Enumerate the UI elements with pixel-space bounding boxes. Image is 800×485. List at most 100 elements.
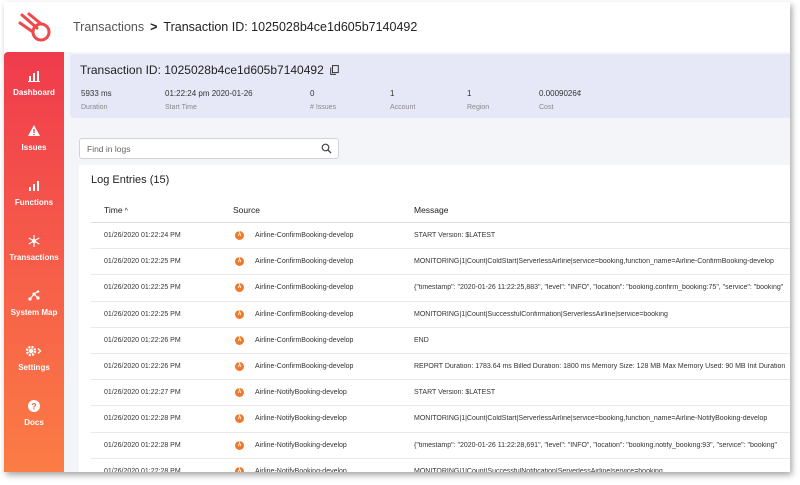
log-rows: 01/26/2020 01:22:24 PM λ Airline-ConfirmBo… [91,223,790,472]
stat-label: # Issues [310,104,337,111]
main-content: Transaction ID: 1025028b4ce1d605b7140492… [64,52,790,472]
table-row[interactable]: 01/26/2020 01:22:25 PM λ Airline-ConfirmBo… [91,275,790,302]
app-window: Transactions > Transaction ID: 1025028b4… [4,2,790,472]
row-time: 01/26/2020 01:22:28 PM [104,415,181,423]
lambda-icon: λ [235,414,244,424]
stat-label: Region [467,104,490,111]
table-header: Time ^ Source Message [91,195,790,223]
sort-ascending-icon[interactable]: ^ [125,208,128,215]
stat-value: 0.0009026¢ [539,89,582,98]
transaction-summary: Transaction ID: 1025028b4ce1d605b7140492… [70,54,790,118]
lambda-icon: λ [235,283,244,293]
row-source[interactable]: Airline-ConfirmBooking-develop [255,232,353,239]
sidebar-item-settings[interactable]: Settings [4,344,64,372]
bar-chart-icon [28,71,40,82]
row-source[interactable]: Airline-ConfirmBooking-develop [255,258,353,265]
stat-label: Cost [539,104,554,111]
table-row[interactable]: 01/26/2020 01:22:26 PM λ Airline-ConfirmBo… [91,328,790,354]
search-icon[interactable] [321,143,332,154]
app-logo-icon[interactable] [18,12,54,44]
lambda-icon: λ [235,257,244,267]
table-row[interactable]: 01/26/2020 01:22:25 PM λ Airline-ConfirmBo… [91,302,790,328]
stat-region: 1 Region [467,89,489,111]
lambda-icon: λ [235,466,244,472]
log-search [79,138,339,159]
column-source-header[interactable]: Source [233,205,260,215]
row-message: MONITORING|1|Count|ColdStart|ServerlessA… [414,258,774,266]
map-graph-icon [28,290,40,301]
breadcrumb-transactions-link[interactable]: Transactions [73,20,144,34]
warning-icon [28,125,40,136]
lambda-icon: λ [235,231,244,240]
lambda-icon: λ [235,388,244,398]
sidebar-item-label: Transactions [9,253,59,262]
sidebar-item-label: System Map [10,308,58,317]
stat-label: Duration [81,104,108,111]
search-input[interactable] [80,139,315,158]
row-source[interactable]: Airline-ConfirmBooking-develop [255,363,353,370]
row-time: 01/26/2020 01:22:28 PM [104,467,181,472]
lambda-icon: λ [235,361,244,371]
table-row[interactable]: 01/26/2020 01:22:28 PM λ Airline-NotifyBoo… [91,406,790,433]
stat-duration: 5933 ms Duration [81,89,112,111]
row-time: 01/26/2020 01:22:25 PM [104,258,181,266]
row-message: START Version: $LATEST [414,232,496,239]
stat-label: Account [390,104,416,111]
row-message: MONITORING|1|Count|SuccessfulNotificatio… [414,467,663,472]
row-source[interactable]: Airline-ConfirmBooking-develop [255,284,353,291]
signal-bars-icon [29,181,39,191]
row-message: {"timestamp": "2020-01-26 11:22:28,691",… [414,441,777,449]
row-message: START Version: $LATEST [414,389,496,397]
sidebar-item-dashboard[interactable]: Dashboard [4,69,64,97]
lambda-icon: λ [235,309,244,319]
transaction-title: Transaction ID: 1025028b4ce1d605b7140492 [80,63,324,77]
table-row[interactable]: 01/26/2020 01:22:24 PM λ Airline-ConfirmBo… [91,223,790,250]
row-source[interactable]: Airline-NotifyBooking-develop [255,442,347,449]
stat-issues: 0 # Issues [310,89,336,111]
nodes-icon [28,235,40,247]
row-message: END [414,336,429,344]
log-entries-panel: Log Entries (15) Time ^ Source Message 01… [79,165,790,472]
row-message: MONITORING|1|Count|SuccessfulConfirmatio… [414,310,668,318]
sidebar-item-label: Dashboard [13,88,55,97]
table-row[interactable]: 01/26/2020 01:22:26 PM λ Airline-ConfirmBo… [91,354,790,381]
sidebar-item-label: Issues [21,143,47,152]
sidebar-item-issues[interactable]: Issues [4,124,64,152]
lambda-icon: λ [235,440,244,450]
help-icon: ? [28,400,40,412]
row-time: 01/26/2020 01:22:26 PM [104,336,181,344]
row-message: REPORT Duration: 1783.64 ms Billed Durat… [414,362,786,370]
stat-start-time: 01:22:24 pm 2020-01-26 Start Time [165,89,253,111]
stat-value: 1 [390,89,395,98]
row-source[interactable]: Airline-NotifyBooking-develop [255,468,347,472]
row-source[interactable]: Airline-ConfirmBooking-develop [255,337,353,344]
sidebar-item-label: Functions [14,198,54,207]
stat-value: 5933 ms [81,89,112,98]
sidebar-item-docs[interactable]: ? Docs [4,399,64,427]
sidebar-item-label: Docs [24,418,44,427]
gear-icon [25,345,42,357]
summary-title-row: Transaction ID: 1025028b4ce1d605b7140492 [80,63,339,77]
row-message: {"timestamp": "2020-01-26 11:22:25,883",… [414,284,784,292]
row-message: MONITORING|1|Count|ColdStart|ServerlessA… [414,415,768,423]
stat-cost: 0.0009026¢ Cost [539,89,581,111]
row-source[interactable]: Airline-NotifyBooking-develop [255,389,347,396]
stat-label: Start Time [165,104,197,111]
log-entries-title: Log Entries (15) [91,174,170,186]
sidebar-item-functions[interactable]: Functions [4,179,64,207]
table-row[interactable]: 01/26/2020 01:22:27 PM λ Airline-NotifyBoo… [91,380,790,407]
breadcrumb: Transactions > Transaction ID: 1025028b4… [64,2,790,52]
table-row[interactable]: 01/26/2020 01:22:28 PM λ Airline-NotifyBoo… [91,433,790,459]
sidebar-item-system-map[interactable]: System Map [4,289,64,317]
sidebar-item-transactions[interactable]: Transactions [4,234,64,262]
table-row[interactable]: 01/26/2020 01:22:28 PM λ Airline-NotifyBoo… [91,459,790,472]
row-source[interactable]: Airline-NotifyBooking-develop [255,415,347,422]
table-row[interactable]: 01/26/2020 01:22:25 PM λ Airline-ConfirmBo… [91,249,790,276]
row-source[interactable]: Airline-ConfirmBooking-develop [255,311,353,318]
row-time: 01/26/2020 01:22:25 PM [104,284,181,292]
column-label: Time [104,205,123,215]
column-message-header[interactable]: Message [414,205,449,215]
lambda-icon: λ [235,335,244,345]
copy-icon[interactable] [329,65,339,75]
column-time-header[interactable]: Time ^ [104,205,128,215]
